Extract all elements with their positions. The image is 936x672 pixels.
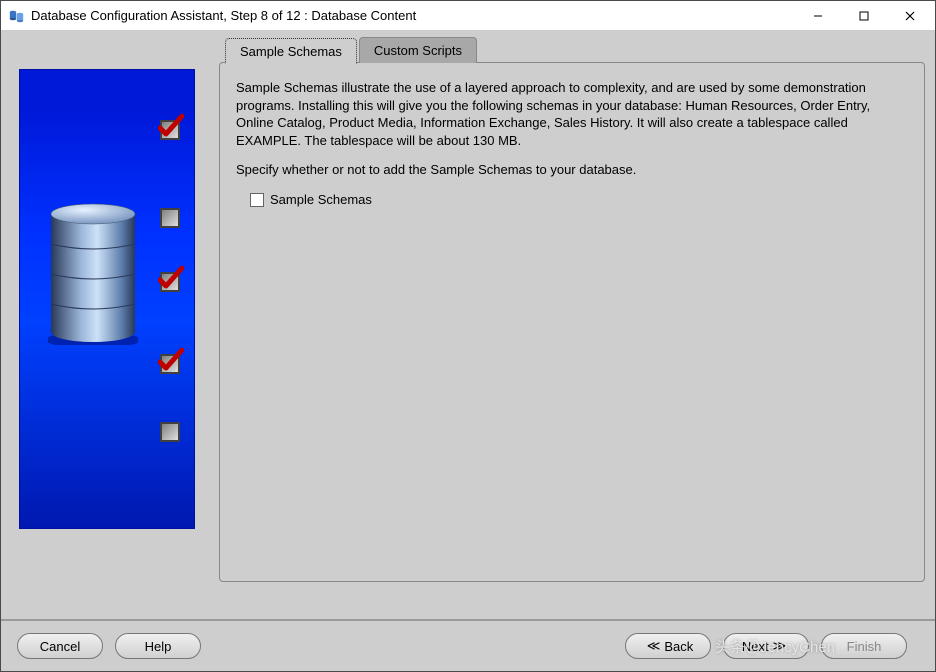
step-indicator-3	[160, 272, 182, 294]
window-controls	[795, 2, 933, 30]
chevron-right-icon: ≫	[773, 638, 787, 654]
step-indicator-4	[160, 354, 182, 376]
main-panel: Sample Schemas Custom Scripts Sample Sch…	[219, 37, 925, 619]
step-indicator-1	[160, 120, 182, 142]
database-cylinder-icon	[48, 200, 138, 345]
finish-button[interactable]: Finish	[821, 633, 907, 659]
tab-custom-scripts[interactable]: Custom Scripts	[359, 37, 477, 63]
maximize-button[interactable]	[841, 2, 887, 30]
sample-schemas-checkbox-label: Sample Schemas	[270, 191, 372, 209]
back-button[interactable]: ≪ Back	[625, 633, 711, 659]
chevron-left-icon: ≪	[647, 638, 661, 654]
description-text-1: Sample Schemas illustrate the use of a l…	[236, 79, 908, 149]
client-area: Sample Schemas Custom Scripts Sample Sch…	[1, 31, 935, 671]
titlebar: Database Configuration Assistant, Step 8…	[1, 1, 935, 31]
tab-sample-schemas[interactable]: Sample Schemas	[225, 38, 357, 64]
next-button-label: Next	[742, 639, 769, 654]
wizard-sidebar-image	[19, 69, 195, 529]
wizard-button-bar: Cancel Help ≪ Back Next ≫ Finish 头条＠Jenc…	[1, 619, 935, 671]
tab-bar: Sample Schemas Custom Scripts	[225, 37, 925, 63]
content-area: Sample Schemas Custom Scripts Sample Sch…	[1, 31, 935, 619]
description-text-2: Specify whether or not to add the Sample…	[236, 161, 908, 179]
help-button[interactable]: Help	[115, 633, 201, 659]
step-indicator-2	[160, 208, 182, 230]
cancel-button[interactable]: Cancel	[17, 633, 103, 659]
window: Database Configuration Assistant, Step 8…	[0, 0, 936, 672]
tab-content: Sample Schemas illustrate the use of a l…	[219, 62, 925, 582]
close-button[interactable]	[887, 2, 933, 30]
app-icon	[9, 8, 25, 24]
step-indicator-5	[160, 422, 182, 444]
window-title: Database Configuration Assistant, Step 8…	[31, 8, 795, 23]
back-button-label: Back	[664, 639, 693, 654]
next-button[interactable]: Next ≫	[723, 633, 809, 659]
minimize-button[interactable]	[795, 2, 841, 30]
sample-schemas-checkbox[interactable]	[250, 193, 264, 207]
sample-schemas-checkbox-row: Sample Schemas	[250, 191, 908, 209]
